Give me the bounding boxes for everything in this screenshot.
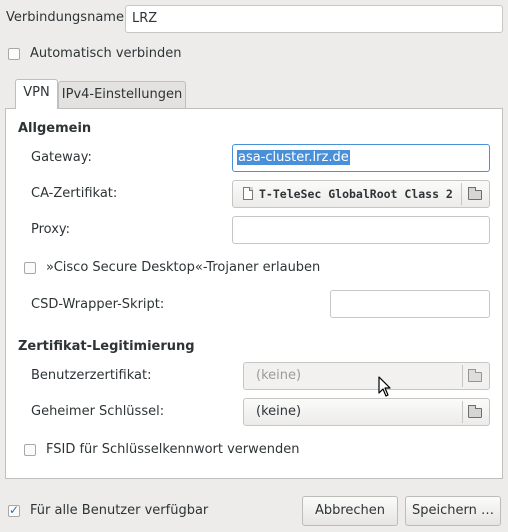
folder-icon <box>468 187 482 200</box>
csd-wrapper-label: CSD-Wrapper-Skript: <box>31 297 165 312</box>
tab-ipv4-settings[interactable]: IPv4-Einstellungen <box>58 81 186 109</box>
proxy-label: Proxy: <box>31 222 71 237</box>
certificate-file-icon <box>243 187 253 200</box>
folder-icon <box>468 369 482 382</box>
csd-trojan-label: »Cisco Secure Desktop«-Trojaner erlauben <box>46 260 321 275</box>
private-key-chooser[interactable]: (keine) <box>243 398 490 426</box>
fsid-checkbox[interactable] <box>24 444 36 456</box>
tab-ipv4-label: IPv4-Einstellungen <box>61 87 183 102</box>
certificate-auth-section-title: Zertifikat-Legitimierung <box>18 339 195 354</box>
chooser-separator <box>462 401 463 423</box>
autoconnect-checkbox[interactable] <box>8 48 20 60</box>
save-button[interactable]: Speichern … <box>405 496 501 526</box>
private-key-label: Geheimer Schlüssel: <box>31 404 165 419</box>
cancel-button[interactable]: Abbrechen <box>302 496 398 526</box>
csd-trojan-checkbox[interactable] <box>24 262 36 274</box>
gateway-label: Gateway: <box>31 150 92 165</box>
user-certificate-value: (keine) <box>256 368 302 383</box>
connection-name-value: LRZ <box>132 11 158 26</box>
tab-vpn[interactable]: VPN <box>15 79 58 109</box>
csd-wrapper-input[interactable] <box>330 290 490 318</box>
save-button-label: Speichern … <box>412 503 494 518</box>
fsid-label: FSID für Schlüsselkennwort verwenden <box>46 442 300 457</box>
mouse-pointer-icon <box>378 376 391 397</box>
folder-icon <box>468 405 482 418</box>
ca-certificate-label: CA-Zertifikat: <box>31 186 118 201</box>
user-certificate-label: Benutzerzertifikat: <box>31 368 152 383</box>
ca-certificate-chooser[interactable]: T-TeleSec GlobalRoot Class 2 <box>232 180 490 208</box>
tab-vpn-label: VPN <box>23 85 50 100</box>
proxy-input[interactable] <box>232 216 490 244</box>
cancel-button-label: Abbrechen <box>314 503 386 518</box>
chooser-separator <box>461 183 462 205</box>
private-key-value: (keine) <box>256 404 302 419</box>
general-section-title: Allgemein <box>18 121 92 136</box>
ca-certificate-value: T-TeleSec GlobalRoot Class 2 <box>259 187 453 201</box>
all-users-checkbox[interactable] <box>8 503 20 517</box>
gateway-input[interactable]: asa-cluster.lrz.de <box>232 144 490 172</box>
connection-name-label: Verbindungsname: <box>6 10 129 25</box>
autoconnect-label: Automatisch verbinden <box>30 46 182 61</box>
user-certificate-chooser[interactable]: (keine) <box>243 362 490 390</box>
gateway-value: asa-cluster.lrz.de <box>237 150 350 165</box>
connection-name-input[interactable]: LRZ <box>125 5 503 33</box>
all-users-label: Für alle Benutzer verfügbar <box>30 503 209 518</box>
chooser-separator <box>462 365 463 387</box>
